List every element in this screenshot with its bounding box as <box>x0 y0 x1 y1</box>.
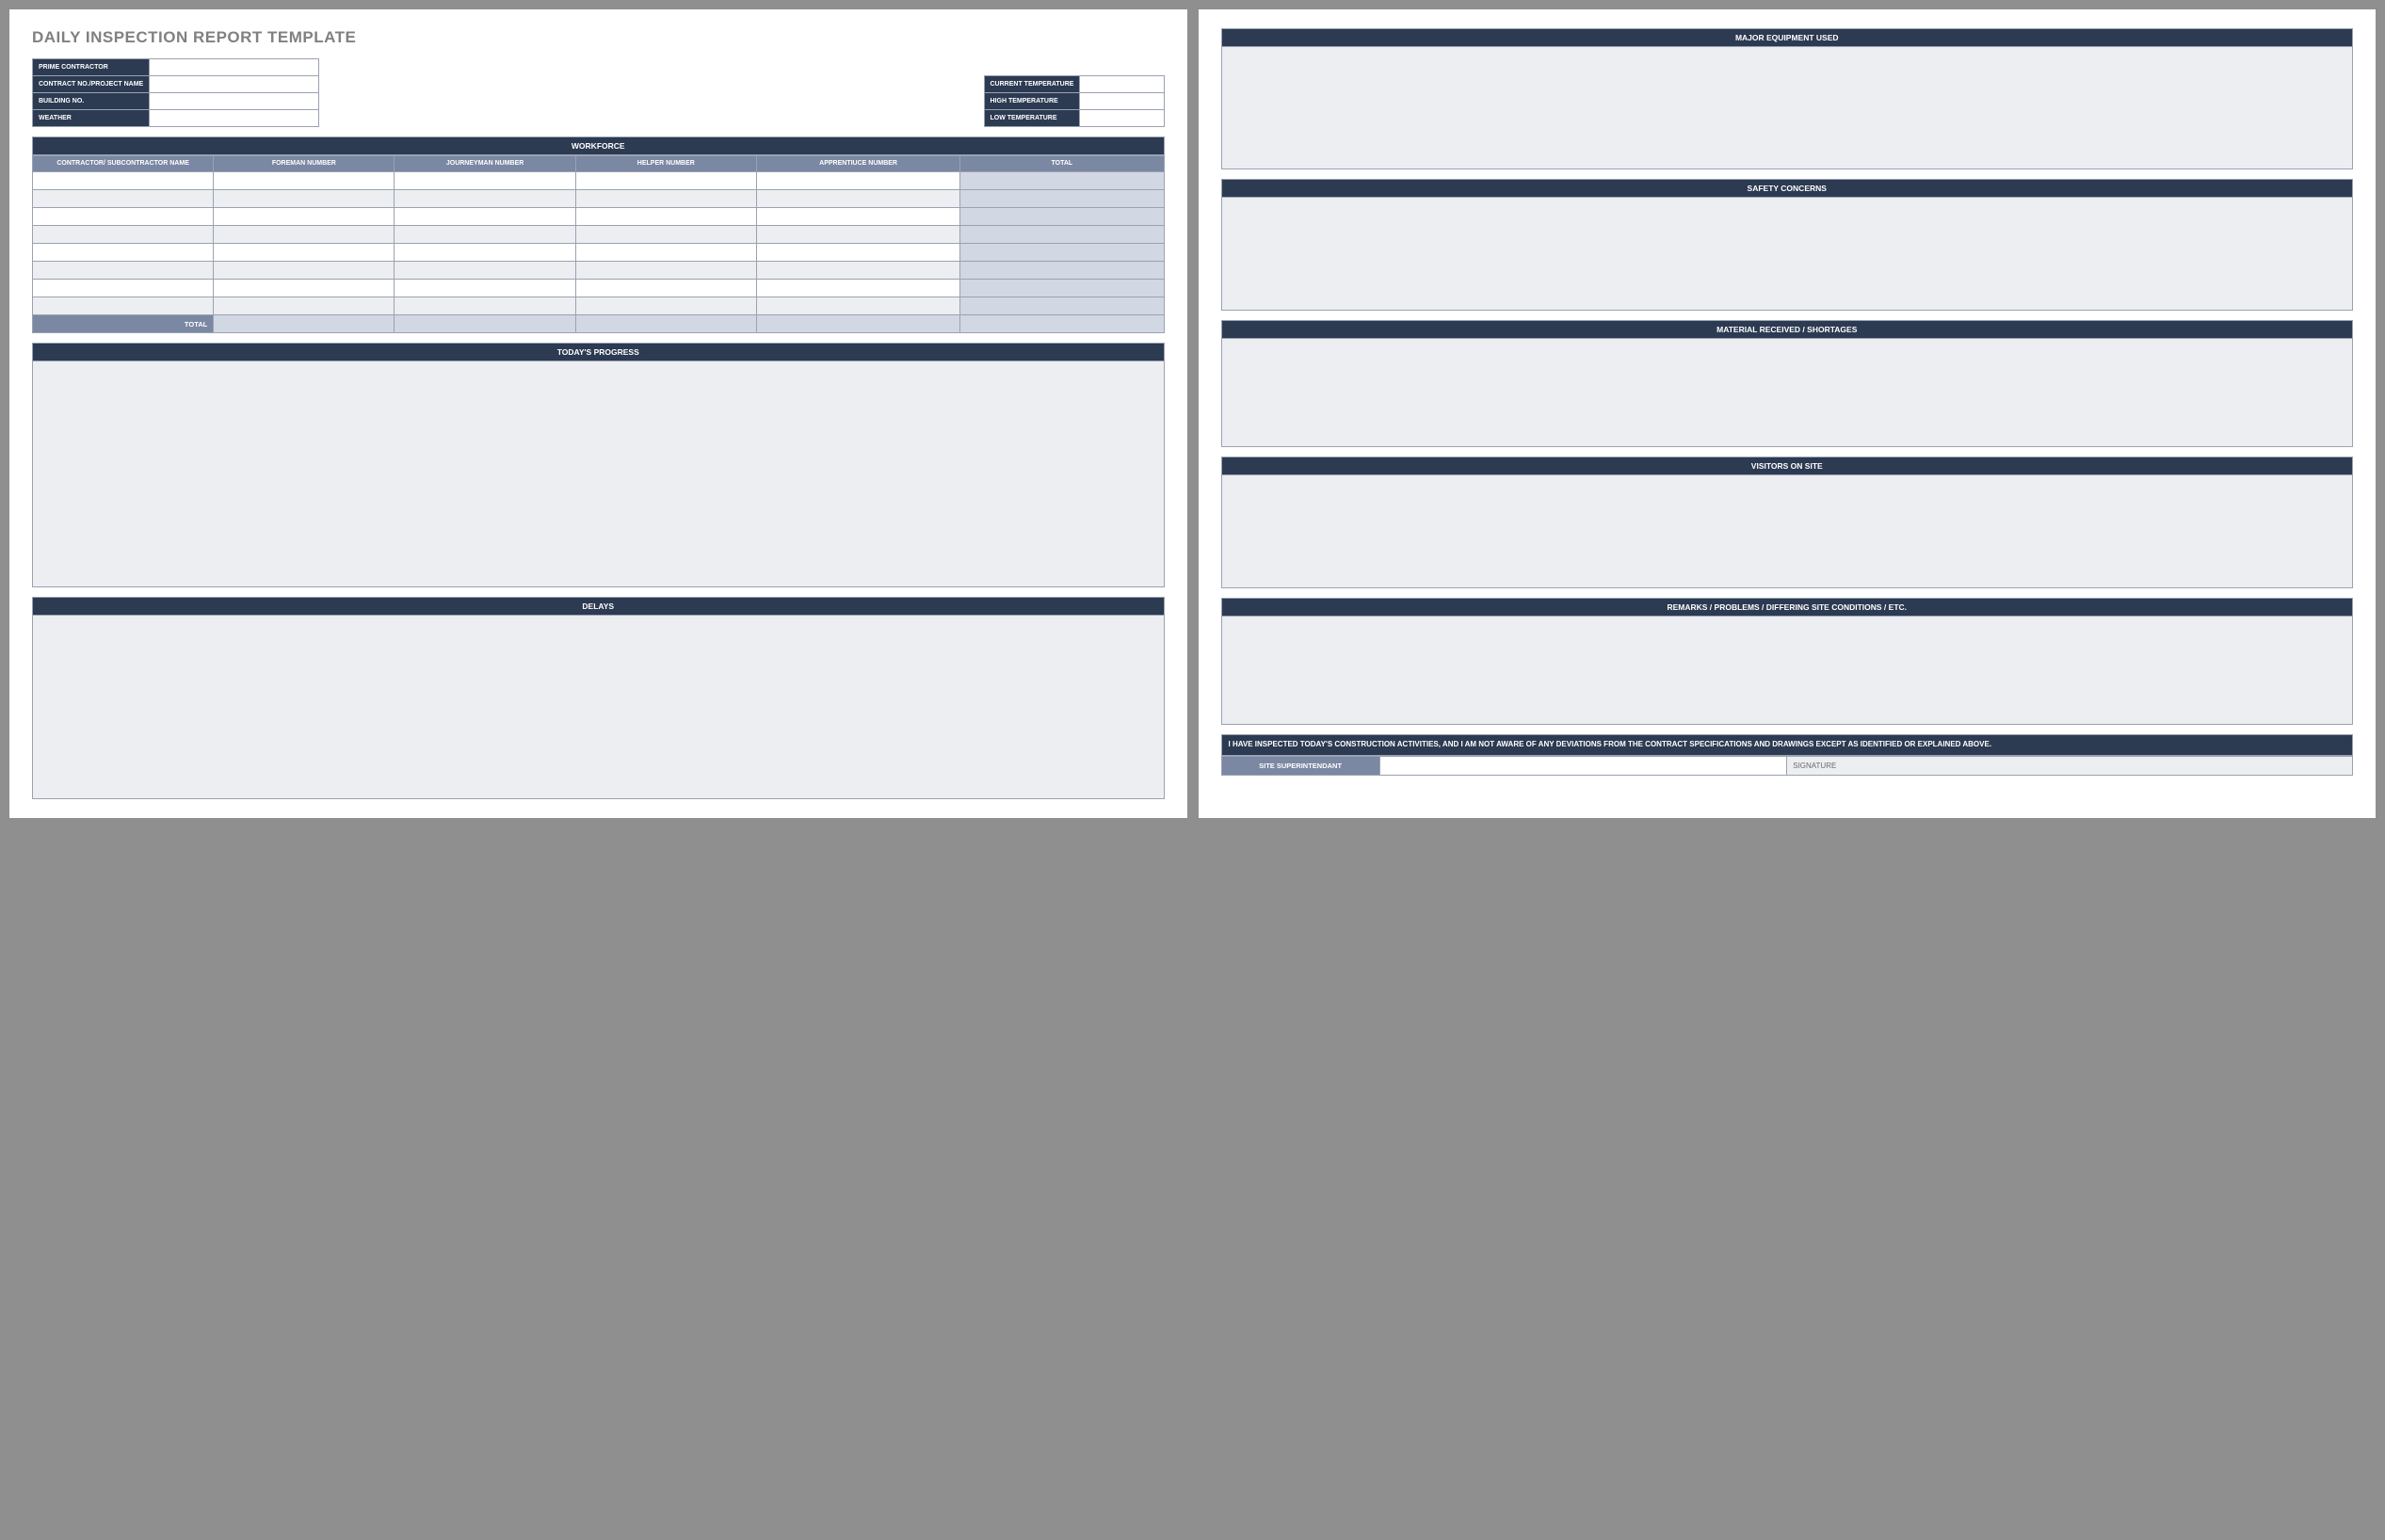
col-total: TOTAL <box>960 156 1164 172</box>
field-prime-contractor[interactable] <box>150 59 319 76</box>
label-site-super: SITE SUPERINTENDANT <box>1221 756 1379 775</box>
field-current-temp[interactable] <box>1080 76 1164 93</box>
delays-field[interactable] <box>32 616 1165 799</box>
certification-statement: I HAVE INSPECTED TODAY'S CONSTRUCTION AC… <box>1221 734 2354 756</box>
signature-table: SITE SUPERINTENDANT SIGNATURE <box>1221 756 2354 776</box>
field-contract-no[interactable] <box>150 76 319 93</box>
field-weather[interactable] <box>150 110 319 127</box>
info-row: PRIME CONTRACTOR CONTRACT NO./PROJECT NA… <box>32 58 1165 127</box>
info-right-table: CURRENT TEMPERATURE HIGH TEMPERATURE LOW… <box>984 75 1165 127</box>
col-foreman: FOREMAN NUMBER <box>214 156 395 172</box>
progress-field[interactable] <box>32 361 1165 587</box>
field-building-no[interactable] <box>150 93 319 110</box>
col-journeyman: JOURNEYMAN NUMBER <box>395 156 575 172</box>
table-row[interactable] <box>33 262 1165 280</box>
info-left-table: PRIME CONTRACTOR CONTRACT NO./PROJECT NA… <box>32 58 319 127</box>
material-header: MATERIAL RECEIVED / SHORTAGES <box>1221 320 2354 339</box>
col-helper: HELPER NUMBER <box>575 156 756 172</box>
col-apprentice: APPRENTIUCE NUMBER <box>756 156 959 172</box>
col-contractor: CONTRACTOR/ SUBCONTRACTOR NAME <box>33 156 214 172</box>
page-1: DAILY INSPECTION REPORT TEMPLATE PRIME C… <box>9 9 1187 818</box>
workforce-table: CONTRACTOR/ SUBCONTRACTOR NAME FOREMAN N… <box>32 155 1165 333</box>
workforce-total-row: TOTAL <box>33 315 1165 333</box>
label-prime-contractor: PRIME CONTRACTOR <box>33 59 150 76</box>
table-row[interactable] <box>33 280 1165 297</box>
document-title: DAILY INSPECTION REPORT TEMPLATE <box>32 28 1165 47</box>
safety-field[interactable] <box>1221 198 2354 311</box>
equipment-field[interactable] <box>1221 47 2354 169</box>
table-row[interactable] <box>33 226 1165 244</box>
field-high-temp[interactable] <box>1080 93 1164 110</box>
table-row[interactable] <box>33 244 1165 262</box>
delays-header: DELAYS <box>32 597 1165 616</box>
table-row[interactable] <box>33 190 1165 208</box>
field-site-super[interactable] <box>1379 756 1787 775</box>
total-label: TOTAL <box>33 315 214 333</box>
label-low-temp: LOW TEMPERATURE <box>984 110 1080 127</box>
label-high-temp: HIGH TEMPERATURE <box>984 93 1080 110</box>
table-row[interactable] <box>33 297 1165 315</box>
label-current-temp: CURRENT TEMPERATURE <box>984 76 1080 93</box>
visitors-header: VISITORS ON SITE <box>1221 457 2354 475</box>
label-contract-no: CONTRACT NO./PROJECT NAME <box>33 76 150 93</box>
material-field[interactable] <box>1221 339 2354 447</box>
visitors-field[interactable] <box>1221 475 2354 588</box>
table-row[interactable] <box>33 172 1165 190</box>
table-row[interactable] <box>33 208 1165 226</box>
page-2: MAJOR EQUIPMENT USED SAFETY CONCERNS MAT… <box>1199 9 2377 818</box>
progress-header: TODAY'S PROGRESS <box>32 343 1165 361</box>
field-low-temp[interactable] <box>1080 110 1164 127</box>
remarks-header: REMARKS / PROBLEMS / DIFFERING SITE COND… <box>1221 598 2354 617</box>
label-weather: WEATHER <box>33 110 150 127</box>
label-building-no: BUILDING NO. <box>33 93 150 110</box>
label-signature: SIGNATURE <box>1787 756 2353 775</box>
safety-header: SAFETY CONCERNS <box>1221 179 2354 198</box>
remarks-field[interactable] <box>1221 617 2354 725</box>
equipment-header: MAJOR EQUIPMENT USED <box>1221 28 2354 47</box>
workforce-header: WORKFORCE <box>32 136 1165 155</box>
